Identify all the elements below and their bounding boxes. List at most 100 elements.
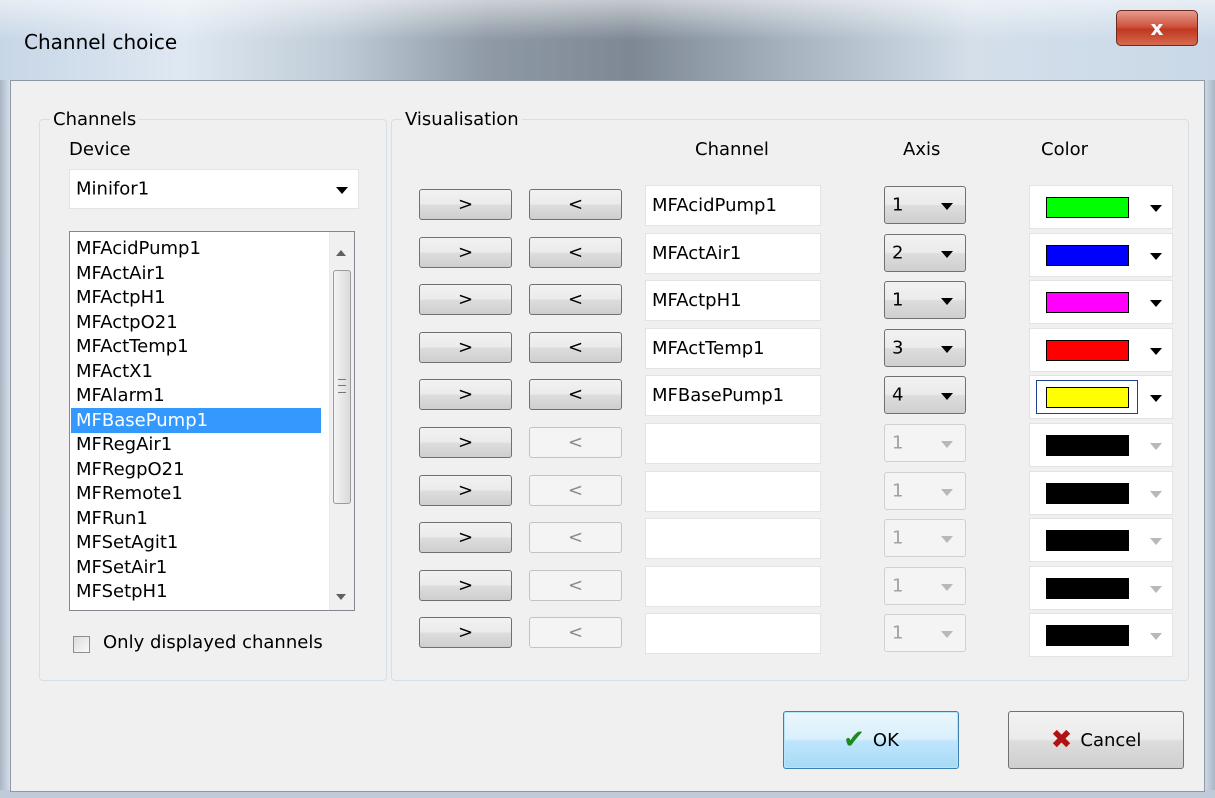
ok-button-label: OK bbox=[872, 729, 899, 751]
list-item[interactable]: MFAlarm1 bbox=[71, 383, 321, 408]
axis-dropdown[interactable]: 2 bbox=[884, 233, 966, 272]
remove-channel-button[interactable]: < bbox=[529, 474, 622, 506]
list-item[interactable]: MFSetAgit1 bbox=[71, 530, 321, 555]
list-item[interactable]: MFActTemp1 bbox=[71, 334, 321, 359]
remove-channel-button[interactable]: < bbox=[529, 284, 622, 316]
scroll-up-arrow-icon[interactable] bbox=[336, 250, 346, 256]
remove-channel-button[interactable]: < bbox=[529, 569, 622, 601]
add-channel-button[interactable]: > bbox=[419, 284, 512, 316]
channel-field[interactable]: MFActTemp1 bbox=[645, 327, 821, 369]
channel-field[interactable]: MFAcidPump1 bbox=[645, 185, 821, 226]
only-displayed-checkbox[interactable] bbox=[73, 636, 90, 653]
channel-field[interactable] bbox=[645, 613, 821, 655]
list-item[interactable]: MFActX1 bbox=[71, 359, 321, 384]
axis-dropdown[interactable]: 1 bbox=[884, 281, 966, 320]
remove-channel-button[interactable]: < bbox=[529, 427, 622, 458]
list-item[interactable]: MFRegAir1 bbox=[71, 432, 321, 457]
channel-field[interactable] bbox=[645, 518, 821, 560]
scroll-down-arrow-icon[interactable] bbox=[336, 594, 346, 600]
axis-dropdown[interactable]: 1 bbox=[884, 424, 966, 462]
color-dropdown[interactable] bbox=[1029, 613, 1173, 658]
axis-value: 1 bbox=[892, 432, 904, 454]
axis-value: 2 bbox=[892, 242, 904, 264]
axis-dropdown[interactable]: 1 bbox=[884, 186, 966, 224]
chevron-down-icon bbox=[1150, 395, 1162, 403]
remove-channel-button[interactable]: < bbox=[529, 522, 622, 554]
chevron-down-icon bbox=[941, 583, 953, 591]
cancel-button[interactable]: ✖ Cancel bbox=[1008, 711, 1184, 769]
color-dropdown[interactable] bbox=[1029, 280, 1173, 325]
color-dropdown[interactable] bbox=[1029, 232, 1173, 277]
close-button[interactable]: x bbox=[1116, 10, 1198, 46]
axis-dropdown[interactable]: 1 bbox=[884, 519, 966, 558]
color-dropdown[interactable] bbox=[1029, 327, 1173, 372]
color-dropdown[interactable] bbox=[1029, 375, 1173, 420]
remove-channel-button[interactable]: < bbox=[529, 331, 622, 363]
remove-channel-label: < bbox=[567, 384, 584, 406]
color-swatch bbox=[1046, 292, 1129, 314]
remove-channel-button[interactable]: < bbox=[529, 617, 622, 649]
chevron-down-icon bbox=[336, 187, 348, 194]
list-item[interactable]: MFSetpH1 bbox=[71, 579, 321, 604]
scrollbar-thumb[interactable] bbox=[333, 270, 351, 504]
channel-field[interactable] bbox=[645, 565, 821, 607]
channel-field[interactable] bbox=[645, 423, 821, 464]
add-channel-label: > bbox=[457, 289, 474, 311]
add-channel-button[interactable]: > bbox=[419, 331, 512, 363]
axis-value: 4 bbox=[892, 384, 904, 406]
remove-channel-button[interactable]: < bbox=[529, 189, 622, 220]
axis-value: 1 bbox=[892, 289, 904, 311]
add-channel-button[interactable]: > bbox=[419, 427, 512, 458]
list-item[interactable]: MFActAir1 bbox=[71, 261, 321, 286]
add-channel-label: > bbox=[457, 574, 474, 596]
axis-dropdown[interactable]: 1 bbox=[884, 566, 966, 605]
axis-dropdown[interactable]: 4 bbox=[884, 376, 966, 415]
cancel-button-label: Cancel bbox=[1080, 729, 1142, 751]
add-channel-button[interactable]: > bbox=[419, 474, 512, 506]
remove-channel-label: < bbox=[567, 289, 584, 311]
channel-field[interactable]: MFActpH1 bbox=[645, 280, 821, 322]
grip-icon bbox=[338, 379, 346, 393]
ok-button[interactable]: ✔ OK bbox=[783, 711, 959, 769]
device-label: Device bbox=[69, 139, 131, 160]
add-channel-button[interactable]: > bbox=[419, 379, 512, 411]
remove-channel-button[interactable]: < bbox=[529, 379, 622, 411]
axis-value: 1 bbox=[892, 622, 904, 644]
list-item[interactable]: MFSetAir1 bbox=[71, 555, 321, 580]
list-item[interactable]: MFRemote1 bbox=[71, 481, 321, 506]
list-item[interactable]: MFRun1 bbox=[71, 506, 321, 531]
device-dropdown[interactable]: Minifor1 bbox=[69, 169, 359, 209]
channel-field[interactable]: MFActAir1 bbox=[645, 232, 821, 274]
list-item[interactable]: MFActpH1 bbox=[71, 285, 321, 310]
list-item[interactable]: MFBasePump1 bbox=[71, 407, 321, 433]
remove-channel-label: < bbox=[567, 432, 584, 453]
color-dropdown[interactable] bbox=[1029, 565, 1173, 610]
axis-dropdown[interactable]: 1 bbox=[884, 614, 966, 653]
chevron-down-icon bbox=[941, 393, 953, 401]
channel-field[interactable]: MFBasePump1 bbox=[645, 375, 821, 417]
color-dropdown[interactable] bbox=[1029, 185, 1173, 229]
listbox-scrollbar[interactable] bbox=[329, 232, 354, 610]
list-item[interactable]: MFActpO21 bbox=[71, 310, 321, 335]
add-channel-button[interactable]: > bbox=[419, 569, 512, 601]
chevron-down-icon bbox=[941, 203, 953, 210]
add-channel-button[interactable]: > bbox=[419, 236, 512, 268]
channel-field[interactable] bbox=[645, 470, 821, 512]
list-item[interactable]: MFRegpO21 bbox=[71, 457, 321, 482]
channels-listbox[interactable]: MFAcidPump1 MFActAir1 MFActpH1 MFActpO21 MFA… bbox=[69, 231, 355, 611]
chevron-down-icon bbox=[1150, 585, 1162, 593]
list-item[interactable]: MFAcidPump1 bbox=[71, 236, 321, 261]
color-dropdown[interactable] bbox=[1029, 518, 1173, 563]
axis-dropdown[interactable]: 3 bbox=[884, 328, 966, 367]
add-channel-button[interactable]: > bbox=[419, 617, 512, 649]
add-channel-button[interactable]: > bbox=[419, 522, 512, 554]
remove-channel-button[interactable]: < bbox=[529, 236, 622, 268]
add-channel-button[interactable]: > bbox=[419, 189, 512, 220]
axis-dropdown[interactable]: 1 bbox=[884, 471, 966, 510]
color-dropdown[interactable] bbox=[1029, 470, 1173, 515]
chevron-down-icon bbox=[941, 536, 953, 544]
color-dropdown[interactable] bbox=[1029, 423, 1173, 467]
window-title: Channel choice bbox=[24, 30, 178, 54]
add-channel-label: > bbox=[457, 479, 474, 501]
remove-channel-label: < bbox=[567, 527, 584, 549]
